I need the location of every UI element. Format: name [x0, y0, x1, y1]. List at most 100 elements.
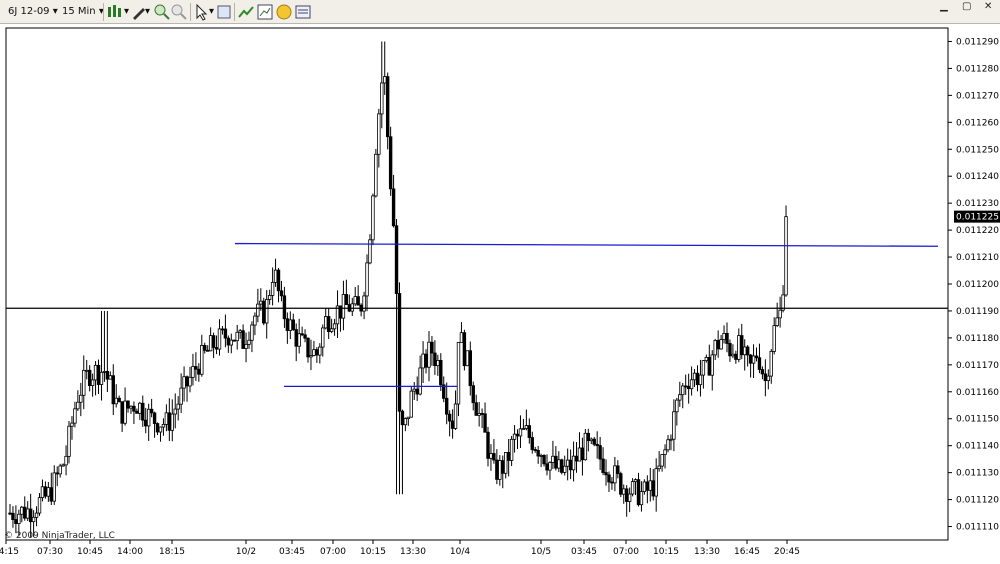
instrument-selector[interactable]: 6J 12-09 ▾ [8, 4, 58, 20]
zoom-out-icon[interactable] [170, 3, 188, 21]
candle [465, 350, 470, 367]
candle [155, 423, 160, 433]
candle [191, 366, 195, 378]
candle [200, 344, 204, 375]
candle [294, 329, 298, 347]
candle [772, 325, 776, 352]
candle [509, 438, 514, 461]
candle [102, 371, 107, 373]
candle [698, 374, 703, 386]
candle [480, 413, 484, 415]
restore-icon[interactable]: ▢ [962, 1, 971, 12]
bar-style-dropdown-icon[interactable]: ▾ [124, 4, 129, 20]
candle [663, 449, 667, 455]
candle [459, 332, 464, 343]
candle [707, 357, 711, 376]
candle [120, 401, 124, 424]
candle [424, 353, 428, 368]
indicator-icon[interactable] [256, 3, 274, 21]
candle [769, 350, 773, 377]
candle [96, 364, 101, 385]
candle [627, 493, 632, 502]
y-tick-label: 0.011260 [956, 118, 999, 128]
close-icon[interactable]: ✕ [984, 1, 992, 12]
candle [734, 353, 738, 360]
candle [660, 454, 664, 467]
zoom-in-icon[interactable] [153, 3, 171, 21]
candle [40, 486, 45, 499]
candle [197, 368, 201, 375]
candle [563, 465, 567, 473]
candle [622, 488, 626, 495]
candle [542, 454, 546, 465]
bar-style-icon[interactable] [106, 3, 124, 21]
candle [303, 334, 307, 339]
candle [371, 195, 375, 241]
minimize-icon[interactable]: ▁ [940, 1, 948, 12]
candle [220, 328, 225, 331]
candle [645, 481, 650, 491]
candle [176, 403, 180, 410]
candle [651, 480, 655, 497]
candle [158, 426, 163, 433]
candle [329, 328, 334, 333]
candle [397, 293, 402, 412]
candle [692, 372, 697, 381]
candle [545, 463, 549, 471]
y-tick-label: 0.011200 [956, 280, 999, 290]
candle [551, 455, 555, 463]
x-tick-label: 07:00 [613, 547, 639, 557]
candle [778, 309, 782, 319]
x-tick-label: 07:30 [37, 547, 63, 557]
candle [506, 452, 511, 461]
candle [524, 425, 529, 429]
candle [324, 316, 328, 329]
candle [554, 455, 558, 469]
candle [276, 269, 281, 292]
interval-selector[interactable]: 15 Min ▾ [62, 4, 104, 20]
candle [126, 400, 130, 409]
candle [28, 508, 33, 523]
candle [456, 341, 461, 405]
candle [217, 328, 222, 350]
candle [232, 339, 236, 342]
candle [332, 323, 337, 330]
candle [745, 346, 750, 356]
candle [565, 459, 570, 467]
toolbar-divider [103, 3, 104, 21]
candle [710, 354, 714, 376]
candle [415, 388, 419, 395]
candle [173, 408, 177, 415]
candle [530, 437, 534, 450]
coin-icon[interactable] [275, 3, 293, 21]
candle [669, 438, 673, 441]
candle [20, 506, 24, 515]
candle [141, 402, 145, 421]
candle [775, 317, 779, 327]
data-box-icon[interactable] [294, 3, 312, 21]
properties-icon[interactable] [215, 3, 233, 21]
candle [76, 401, 80, 410]
cursor-dropdown-icon[interactable]: ▾ [209, 4, 214, 20]
candle [250, 324, 254, 341]
candle [560, 459, 564, 473]
candle [138, 402, 142, 414]
candle [380, 82, 384, 115]
candle [326, 316, 331, 333]
x-tick-label: 14:00 [117, 547, 143, 557]
strategy-icon[interactable] [237, 3, 255, 21]
candle [55, 472, 59, 475]
y-tick-label: 0.011110 [956, 523, 999, 533]
candle [539, 454, 543, 457]
candle [763, 373, 768, 382]
candle [406, 416, 411, 419]
drawing-dropdown-icon[interactable]: ▾ [145, 4, 150, 20]
candle [135, 410, 139, 414]
candle [388, 136, 393, 190]
candle [229, 339, 233, 346]
copyright-text: © 2009 NinjaTrader, LLC [4, 531, 115, 541]
candle [760, 369, 765, 375]
candle [93, 364, 98, 381]
candle [421, 353, 425, 369]
price-chart[interactable]: 0.011110 0.011120 0.011130 0.011140 0.011150… [0, 24, 1000, 564]
